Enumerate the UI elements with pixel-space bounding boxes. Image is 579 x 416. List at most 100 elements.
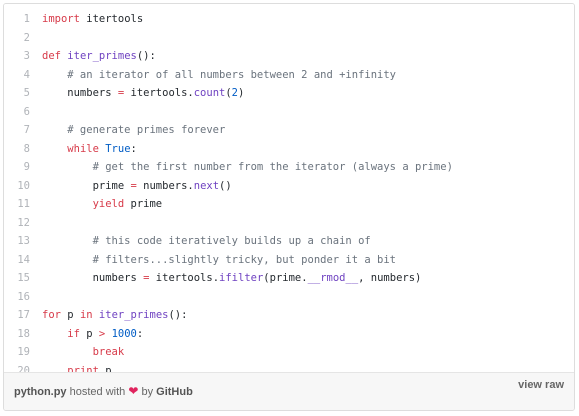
- line-number[interactable]: 8: [4, 140, 30, 159]
- code-line: 18 if p > 1000:: [4, 325, 574, 344]
- code-token: for: [42, 309, 61, 321]
- by-text: by: [141, 386, 154, 398]
- code-text: for p in iter_primes():: [42, 306, 187, 325]
- line-number[interactable]: 18: [4, 325, 30, 344]
- code-line: 6: [4, 103, 574, 122]
- code-token: True: [105, 142, 131, 155]
- line-number[interactable]: 1: [4, 10, 30, 29]
- code-text: import itertools: [42, 10, 143, 29]
- code-text: while True:: [42, 140, 137, 159]
- code-text: numbers = itertools.count(2): [42, 84, 244, 103]
- code-token: itertools: [79, 13, 144, 25]
- code-text: prime = numbers.next(): [42, 177, 232, 196]
- code-view: 1 import itertools 2 3 def iter_primes(): 4 #…: [4, 4, 574, 377]
- code-token: next: [193, 179, 220, 192]
- code-line: 3 def iter_primes():: [4, 47, 574, 66]
- code-token: prime: [124, 198, 163, 210]
- code-line: 5 numbers = itertools.count(2): [4, 84, 574, 103]
- code-text: # this code iteratively builds up a chai…: [42, 232, 371, 251]
- code-text: if p > 1000:: [42, 325, 143, 344]
- line-number[interactable]: 17: [4, 306, 30, 325]
- code-token: if: [67, 327, 80, 340]
- code-line: 8 while True:: [4, 140, 574, 159]
- code-text: yield prime: [42, 195, 163, 214]
- line-number[interactable]: 7: [4, 121, 30, 140]
- gist-meta-info: python.py hosted with ❤ by GitHub: [14, 384, 193, 398]
- code-token: count: [193, 87, 226, 99]
- code-token: prime: [42, 179, 131, 192]
- code-line: 14 # filters...slightly tricky, but pond…: [4, 251, 574, 270]
- code-token: itertools.: [149, 272, 220, 284]
- code-token: ():: [168, 309, 188, 321]
- code-line: 12: [4, 214, 574, 233]
- code-token: ifilter: [219, 272, 264, 284]
- gist-meta-footer: python.py hosted with ❤ by GitHub view r…: [4, 372, 574, 410]
- code-line: 7 # generate primes forever: [4, 121, 574, 140]
- line-number[interactable]: 10: [4, 177, 30, 196]
- code-token: itertools.: [124, 87, 194, 99]
- code-line: 19 break: [4, 343, 574, 362]
- code-text: numbers = itertools.ifilter(prime.__rmod…: [42, 269, 422, 288]
- code-line: 10 prime = numbers.next(): [4, 177, 574, 196]
- line-number[interactable]: 11: [4, 195, 30, 214]
- file-name-link[interactable]: python.py: [14, 386, 67, 398]
- code-line: 17 for p in iter_primes():: [4, 306, 574, 325]
- code-token: # this code iteratively builds up a chai…: [42, 235, 371, 247]
- line-number[interactable]: 19: [4, 343, 30, 362]
- code-line: 11 yield prime: [4, 195, 574, 214]
- code-token: break: [92, 346, 125, 358]
- code-token: numbers: [42, 87, 118, 99]
- code-token: :: [136, 327, 144, 340]
- code-token: p: [60, 309, 80, 321]
- code-text: # get the first number from the iterator…: [42, 158, 453, 177]
- code-token: numbers: [42, 272, 144, 284]
- code-token: :: [130, 142, 137, 155]
- code-text: # filters...slightly tricky, but ponder …: [42, 251, 396, 270]
- code-text: # generate primes forever: [42, 121, 225, 140]
- code-token: ():: [136, 50, 156, 62]
- line-number[interactable]: 6: [4, 103, 30, 122]
- line-number[interactable]: 4: [4, 66, 30, 85]
- line-number[interactable]: 14: [4, 251, 30, 270]
- code-token: ): [238, 87, 245, 99]
- code-line: 13 # this code iteratively builds up a c…: [4, 232, 574, 251]
- line-number[interactable]: 2: [4, 29, 30, 48]
- github-link[interactable]: GitHub: [156, 386, 193, 398]
- code-token: 1000: [111, 327, 137, 340]
- code-token: in: [79, 309, 93, 321]
- line-number[interactable]: 16: [4, 288, 30, 307]
- code-token: (prime.: [263, 272, 308, 284]
- code-line: 2: [4, 29, 574, 48]
- line-number[interactable]: 9: [4, 158, 30, 177]
- code-token: iter_primes: [98, 309, 169, 321]
- code-token: p: [79, 327, 99, 340]
- heart-icon: ❤: [128, 384, 139, 398]
- code-token: yield: [92, 198, 125, 210]
- gist-embed: 1 import itertools 2 3 def iter_primes(): 4 #…: [3, 3, 575, 411]
- code-token: # filters...slightly tricky, but ponder …: [42, 253, 397, 266]
- code-token: , numbers): [358, 272, 422, 284]
- code-token: while: [67, 142, 99, 155]
- code-line: 4 # an iterator of all numbers between 2…: [4, 66, 574, 85]
- line-number[interactable]: 15: [4, 269, 30, 288]
- line-number[interactable]: 5: [4, 84, 30, 103]
- line-number[interactable]: 12: [4, 214, 30, 233]
- code-text: def iter_primes():: [42, 47, 156, 66]
- code-token: # generate primes forever: [42, 124, 226, 136]
- code-line: 1 import itertools: [4, 10, 574, 29]
- code-token: import: [42, 13, 80, 25]
- code-token: # get the first number from the iterator…: [42, 161, 453, 173]
- code-token: def: [42, 50, 61, 62]
- line-number[interactable]: 13: [4, 232, 30, 251]
- view-raw-link[interactable]: view raw: [518, 379, 564, 391]
- code-text: break: [42, 343, 125, 362]
- code-line: 16: [4, 288, 574, 307]
- line-number[interactable]: 3: [4, 47, 30, 66]
- code-token: (): [219, 179, 232, 192]
- code-line: 15 numbers = itertools.ifilter(prime.__r…: [4, 269, 574, 288]
- hosted-with-text: hosted with: [69, 386, 126, 398]
